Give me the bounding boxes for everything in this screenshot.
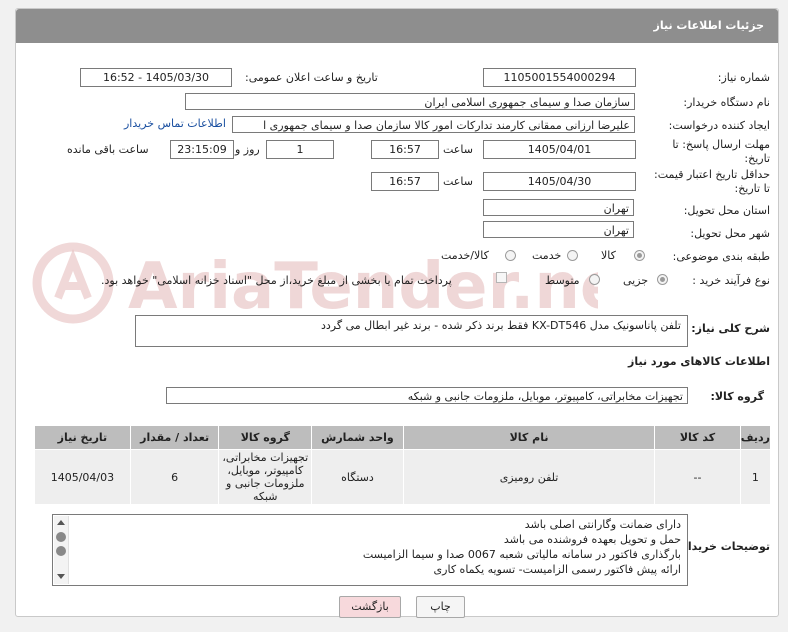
print-button[interactable]: چاپ [416,596,465,618]
cell-need-date: 1405/04/03 [34,449,131,505]
goods-section-title: اطلاعات کالاهای مورد نیاز [628,355,770,368]
validity-label-1: حداقل تاریخ اعتبار قیمت: [654,168,770,181]
buyer-notes-label: توضیحات خریدار: [677,540,770,553]
panel-title: جزئیات اطلاعات نیاز [653,19,765,32]
goods-group-field: تجهیزات مخابراتی، کامپیوتر، موبایل، ملزو… [166,387,688,404]
process-radio-medium[interactable] [589,274,600,285]
table-row: 1 -- تلفن رومیزی دستگاه تجهیزات مخابراتی… [34,449,772,505]
buyer-field: سازمان صدا و سیمای جمهوری اسلامی ایران [185,93,635,110]
table-header-goods-group: گروه کالا [218,425,313,450]
reply-hour-label: ساعت [443,143,473,156]
cell-quantity: 6 [129,449,220,505]
need-number-field: 1105001554000294 [483,68,636,87]
process-radio-minor[interactable] [657,274,668,285]
city-label: شهر محل تحویل: [690,227,770,240]
buyer-notes-line: ارائه پیش فاکتور رسمی الزامیست- تسویه یک… [433,563,681,576]
reply-time-field: 16:57 [371,140,439,159]
cell-row-number: 1 [739,449,772,505]
province-label: استان محل تحویل: [683,204,770,217]
back-button[interactable]: بازگشت [339,596,401,618]
reply-deadline-label-2: تاریخ: [744,152,770,165]
reply-deadline-label-1: مهلت ارسال پاسخ: تا [672,138,770,151]
reply-date-field: 1405/04/01 [483,140,636,159]
category-label: طبقه بندی موضوعی: [672,250,770,263]
category-radio-goods[interactable] [634,250,645,261]
validity-time-field: 16:57 [371,172,439,191]
validity-date-field: 1405/04/30 [483,172,636,191]
scroll-up-arrow-icon[interactable] [57,520,65,525]
description-label: شرح کلی نیاز: [691,322,770,335]
announce-label: تاریخ و ساعت اعلان عمومی: [245,71,378,84]
buyer-notes-line: دارای ضمانت وگارانتی اصلی باشد [524,518,681,531]
cell-goods-name: تلفن رومیزی [402,449,656,505]
goods-group-label: گروه کالا: [710,390,764,403]
category-radio-service[interactable] [567,250,578,261]
validity-hour-label: ساعت [443,175,473,188]
days-label: روز و [235,143,260,156]
scroll-thumb[interactable] [56,532,66,542]
table-header-need-date: تاریخ نیاز [34,425,131,450]
buyer-notes-line: بارگذاری فاکتور در سامانه مالیاتی شعبه 0… [362,548,681,561]
validity-label-2: تا تاریخ: [734,182,770,195]
table-header-goods-code: کد کالا [654,425,741,450]
buyer-label: نام دستگاه خریدار: [683,96,770,109]
creator-label: ایجاد کننده درخواست: [668,119,770,132]
items-table: ردیف کد کالا نام کالا واحد شمارش گروه کا… [34,425,772,505]
city-field: تهران [483,221,634,238]
scroll-thumb[interactable] [56,546,66,556]
need-number-label: شماره نیاز: [717,71,770,84]
category-option-service: خدمت [532,249,562,262]
province-field: تهران [483,199,634,216]
treasury-checkbox[interactable] [496,272,507,283]
cell-goods-code: -- [654,449,741,505]
buyer-notes-field: دارای ضمانت وگارانتی اصلی باشد حمل و تحو… [52,514,688,586]
remaining-label: ساعت باقی مانده [67,143,149,156]
table-header-quantity: تعداد / مقدار [129,425,220,450]
notes-scrollbar[interactable] [54,516,69,584]
cell-unit: دستگاه [311,449,404,505]
process-option-minor: جزیی [623,274,649,287]
scroll-down-arrow-icon[interactable] [57,574,65,579]
table-header-goods-name: نام کالا [402,425,656,450]
process-option-medium: متوسط [545,274,580,287]
remaining-time-field: 23:15:09 [170,140,234,159]
category-option-goods: کالا [601,249,616,262]
days-field: 1 [266,140,334,159]
process-label: نوع فرآیند خرید : [692,274,770,287]
table-header-unit: واحد شمارش [311,425,404,450]
category-option-goods-service: کالا/خدمت [441,249,489,262]
category-radio-goods-service[interactable] [505,250,516,261]
buyer-notes-line: حمل و تحویل بعهده فروشنده می باشد [503,533,681,546]
description-field: تلفن پاناسونیک مدل KX-DT546 فقط برند ذکر… [135,315,688,347]
announce-field: 1405/03/30 - 16:52 [80,68,232,87]
panel-header: جزئیات اطلاعات نیاز [16,9,778,43]
treasury-text: پرداخت تمام یا بخشی از مبلغ خرید،از محل … [101,274,452,287]
cell-goods-group: تجهیزات مخابراتی، کامپیوتر، موبایل، ملزو… [218,449,313,505]
buyer-contact-link[interactable]: اطلاعات تماس خریدار [124,117,226,130]
table-header-row-number: ردیف [739,425,772,450]
creator-field: علیرضا ارزانی ممقانی کارمند تدارکات امور… [232,116,635,133]
